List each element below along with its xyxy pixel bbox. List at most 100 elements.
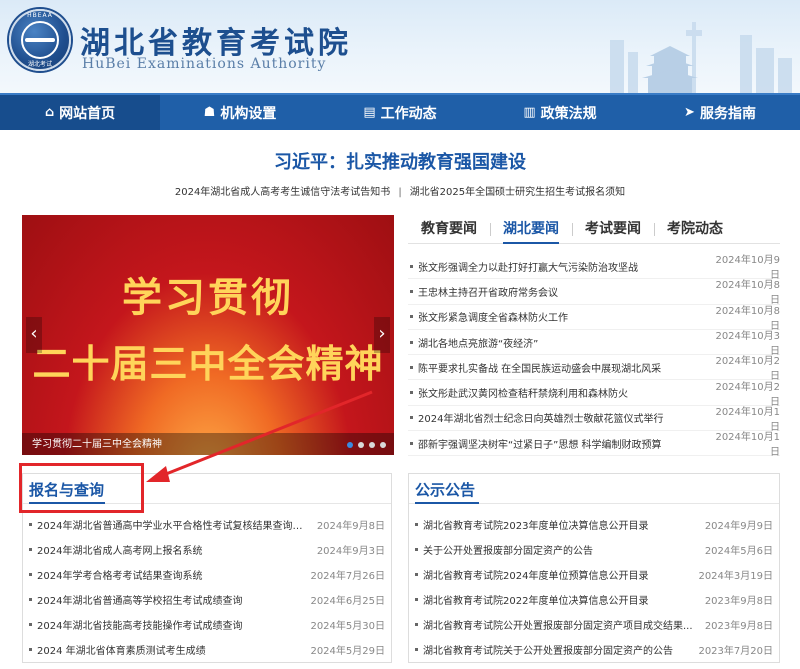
news-title[interactable]: 张文彤紧急调度全省森林防火工作 [418,309,708,324]
site-logo-emblem[interactable]: HBEAA 湖北考试 [9,9,71,71]
bullet-icon [410,365,413,369]
sub-headline-link[interactable]: 2024年湖北省成人高考考生诚信守法考试告知书 [175,187,390,198]
item-title[interactable]: 2024年学考合格考考试结果查询系统 [37,567,309,582]
news-title[interactable]: 2024年湖北省烈士纪念日向英雄烈士敬献花篮仪式举行 [418,410,708,425]
carousel-next-button[interactable]: › [374,317,390,353]
item-date: 2024年3月19日 [698,571,773,582]
bullet-icon [415,573,418,576]
carousel-dot[interactable] [347,442,353,448]
news-title[interactable]: 张文彤赴武汉黄冈检查秸秆禁烧利用和森林防火 [418,385,708,400]
list-item[interactable]: 2024年湖北省成人高考网上报名系统 2024年9月3日 [27,537,385,562]
item-date: 2024年5月30日 [310,621,385,632]
list-item[interactable]: 2024年湖北省普通高中学业水平合格性考试复核结果查询系统 2024年9月8日 [27,512,385,537]
headline-link[interactable]: 习近平：扎实推动教育强国建设 [0,148,800,174]
separator: | [398,187,402,198]
item-title[interactable]: 湖北省教育考试院2024年度单位预算信息公开目录 [423,567,697,582]
item-title[interactable]: 湖北省教育考试院公开处置报废部分固定资产项目成交结果... [423,617,697,632]
list-item[interactable]: 2024 年湖北省体育素质测试考生成绩 2024年5月29日 [27,637,385,662]
list-item[interactable]: 关于公开处置报废部分固定资产的公告 2024年5月6日 [413,537,773,562]
carousel-prev-button[interactable]: ‹ [26,317,42,353]
carousel-dots [347,442,386,448]
list-item[interactable]: 湖北省教育考试院2024年度单位预算信息公开目录 2024年3月19日 [413,562,773,587]
nav-service-guide[interactable]: ➤ 服务指南 [640,95,800,130]
bullet-icon [415,548,418,551]
bullet-icon [410,264,413,268]
item-title[interactable]: 关于公开处置报废部分固定资产的公告 [423,542,697,557]
item-date: 2023年9月8日 [704,596,773,607]
bullet-icon [410,315,413,319]
announcements-panel: 公示公告 湖北省教育考试院2023年度单位决算信息公开目录 2024年9月9日 关… [408,473,780,663]
slide-title-line2: 二十届三中全会精神 [32,342,384,386]
nav-policies[interactable]: ▥ 政策法规 [480,95,640,130]
item-date: 2024年6月25日 [310,596,385,607]
bullet-icon [415,598,418,601]
item-date: 2024年5月29日 [310,646,385,657]
news-title[interactable]: 陈平要求扎实备战 在全国民族运动盛会中展现湖北风采 [418,360,708,375]
document-icon: ▤ [363,105,376,120]
nav-organization[interactable]: ☗ 机构设置 [160,95,320,130]
item-date: 2023年9月8日 [704,621,773,632]
list-item[interactable]: 2024年湖北省普通高等学校招生考试成绩查询 2024年6月25日 [27,587,385,612]
bullet-icon [415,523,418,526]
bullet-icon [29,648,32,651]
news-list: 张文彤强调全力以赴打好打赢大气污染防治攻坚战 2024年10月9日 王忠林主持召开… [408,254,780,459]
list-item[interactable]: 2024年学考合格考考试结果查询系统 2024年7月26日 [27,562,385,587]
item-date: 2024年9月9日 [704,521,773,532]
news-title[interactable]: 湖北各地点亮旅游“夜经济” [418,335,708,350]
news-title[interactable]: 王忠林主持召开省政府常务会议 [418,284,708,299]
item-date: 2024年7月26日 [310,571,385,582]
nav-work-news[interactable]: ▤ 工作动态 [320,95,480,130]
news-tabs: 教育要闻 湖北要闻 考试要闻 考院动态 [408,216,780,244]
title-underline [415,502,479,504]
nav-home[interactable]: ⌂ 网站首页 [0,95,160,130]
news-item[interactable]: 邵新宇强调坚决树牢“过紧日子”思想 科学编制财政预算 2024年10月1日 [408,431,780,459]
bullet-icon [29,548,32,551]
tab-exam-news[interactable]: 考试要闻 [572,216,654,243]
emblem-bottom-text: 湖北考试 [27,61,52,68]
bullet-icon [415,648,418,651]
item-title[interactable]: 湖北省教育考试院关于公开处置报废部分固定资产的公告 [423,642,697,657]
slide-caption[interactable]: 学习贯彻二十届三中全会精神 [32,435,162,450]
emblem-top-text: HBEAA [27,12,53,19]
org-chart-icon: ☗ [203,105,216,120]
sub-headline-link[interactable]: 湖北省2025年全国硕士研究生招生考试报名须知 [410,187,625,198]
list-item[interactable]: 湖北省教育考试院关于公开处置报废部分固定资产的公告 2023年7月20日 [413,637,773,662]
slide-title-line1: 学习贯彻 [122,275,294,321]
book-icon: ▥ [523,105,536,120]
site-header: HBEAA 湖北考试 湖北省教育考试院 HuBei Examinations A… [0,0,800,93]
list-item[interactable]: 2024年湖北省技能高考技能操作考试成绩查询 2024年5月30日 [27,612,385,637]
item-title[interactable]: 2024年湖北省成人高考网上报名系统 [37,542,309,557]
skyline-illustration [610,22,792,93]
carousel-dot[interactable] [358,442,364,448]
item-title[interactable]: 湖北省教育考试院2022年度单位决算信息公开目录 [423,592,697,607]
list-item[interactable]: 湖北省教育考试院公开处置报废部分固定资产项目成交结果... 2023年9月8日 [413,612,773,637]
item-date: 2024年5月6日 [704,546,773,557]
item-title[interactable]: 2024年湖北省技能高考技能操作考试成绩查询 [37,617,309,632]
carousel-dot[interactable] [369,442,375,448]
item-title[interactable]: 湖北省教育考试院2023年度单位决算信息公开目录 [423,517,697,532]
item-date: 2023年7月20日 [698,646,773,657]
list-item[interactable]: 湖北省教育考试院2023年度单位决算信息公开目录 2024年9月9日 [413,512,773,537]
news-date: 2024年10月1日 [715,432,780,459]
item-date: 2024年9月3日 [316,546,385,557]
bullet-icon [410,289,413,293]
item-title[interactable]: 2024年湖北省普通高中学业水平合格性考试复核结果查询系统 [37,517,309,532]
image-carousel[interactable]: 学习贯彻 二十届三中全会精神 ‹ › 学习贯彻二十届三中全会精神 [22,215,394,455]
news-title[interactable]: 张文彤强调全力以赴打好打赢大气污染防治攻坚战 [418,259,708,274]
carousel-dot[interactable] [380,442,386,448]
registration-list: 2024年湖北省普通高中学业水平合格性考试复核结果查询系统 2024年9月8日 2… [27,512,385,662]
panel-title[interactable]: 公示公告 [415,479,475,500]
tab-hubei-news[interactable]: 湖北要闻 [490,216,572,244]
news-title[interactable]: 邵新宇强调坚决树牢“过紧日子”思想 科学编制财政预算 [418,436,708,451]
compass-icon: ➤ [684,105,695,120]
bullet-icon [29,623,32,626]
sub-headlines: 2024年湖北省成人高考考生诚信守法考试告知书 | 湖北省2025年全国硕士研究生招… [0,183,800,198]
tab-education-news[interactable]: 教育要闻 [408,216,490,243]
item-title[interactable]: 2024 年湖北省体育素质测试考生成绩 [37,642,309,657]
list-item[interactable]: 湖北省教育考试院2022年度单位决算信息公开目录 2023年9月8日 [413,587,773,612]
bullet-icon [410,416,413,420]
main-nav: ⌂ 网站首页 ☗ 机构设置 ▤ 工作动态 ▥ 政策法规 ➤ 服务指南 [0,93,800,130]
announcement-list: 湖北省教育考试院2023年度单位决算信息公开目录 2024年9月9日 关于公开处置… [413,512,773,662]
item-title[interactable]: 2024年湖北省普通高等学校招生考试成绩查询 [37,592,309,607]
tab-institute-news[interactable]: 考院动态 [654,216,736,243]
